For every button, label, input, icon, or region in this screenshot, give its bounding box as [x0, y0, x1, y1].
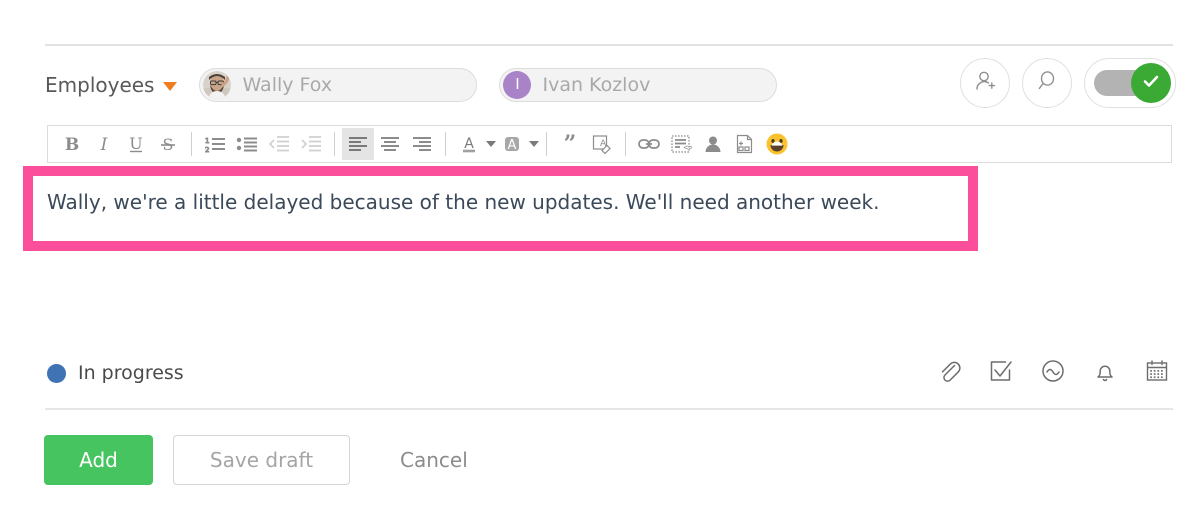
group-selector-label: Employees — [45, 72, 155, 97]
insert-code-button[interactable]: <> — [665, 128, 697, 160]
message-text[interactable]: Wally, we're a little delayed because of… — [47, 189, 967, 215]
checklist-icon — [988, 358, 1014, 388]
caret-down-icon — [163, 82, 178, 91]
top-divider — [45, 44, 1173, 46]
check-icon — [1140, 70, 1162, 96]
outdent-button[interactable] — [263, 128, 295, 160]
clear-formatting-button[interactable]: A — [586, 128, 618, 160]
toolbar-separator — [546, 132, 547, 156]
toolbar-separator — [334, 132, 335, 156]
reminder-bell-button[interactable] — [1090, 358, 1120, 388]
search-button[interactable] — [1022, 58, 1072, 108]
recipient-chip-label: Ivan Kozlov — [542, 73, 651, 96]
highlight-color-control[interactable]: A — [496, 128, 539, 160]
wave-circle-button[interactable] — [1038, 358, 1068, 388]
indent-button[interactable] — [295, 128, 327, 160]
reminder-bell-icon — [1092, 358, 1118, 388]
composer-actions: Add Save draft Cancel — [44, 435, 490, 485]
composer-attachments-bar — [934, 358, 1172, 388]
notify-toggle[interactable] — [1084, 58, 1176, 108]
chevron-down-icon — [486, 141, 496, 147]
highlight-color-button[interactable]: A — [496, 128, 528, 160]
insert-file-button[interactable] — [729, 128, 761, 160]
recipient-chip-wally-fox[interactable]: Wally Fox — [199, 67, 478, 102]
svg-text:I: I — [100, 135, 108, 154]
chevron-down-icon — [529, 141, 539, 147]
strikethrough-button[interactable]: S — [152, 128, 184, 160]
avatar: I — [503, 70, 532, 99]
svg-text:”: ” — [564, 134, 577, 154]
svg-text:<>: <> — [684, 143, 693, 152]
add-person-icon — [972, 68, 998, 98]
header-actions — [960, 58, 1176, 108]
align-center-button[interactable] — [374, 128, 406, 160]
cancel-button[interactable]: Cancel — [378, 435, 490, 485]
bold-button[interactable]: B — [56, 128, 88, 160]
recipient-chip-label: Wally Fox — [242, 73, 333, 96]
comment-composer: Employees Wally Fox I Ivan Kozlov B I U … — [0, 0, 1200, 532]
status-label: In progress — [78, 362, 184, 384]
svg-text:1: 1 — [205, 137, 209, 145]
toolbar-separator — [625, 132, 626, 156]
group-selector[interactable]: Employees — [45, 72, 178, 97]
attach-file-icon — [936, 358, 962, 388]
toolbar-separator — [191, 132, 192, 156]
checklist-button[interactable] — [986, 358, 1016, 388]
align-right-button[interactable] — [406, 128, 438, 160]
svg-text:A: A — [508, 138, 517, 153]
bottom-divider — [45, 408, 1173, 410]
ordered-list-button[interactable]: 1 2 — [199, 128, 231, 160]
italic-button[interactable]: I — [88, 128, 120, 160]
text-color-button[interactable]: A — [453, 128, 485, 160]
underline-button[interactable]: U — [120, 128, 152, 160]
status-dot-icon — [47, 363, 66, 383]
save-draft-button[interactable]: Save draft — [173, 435, 350, 485]
emoji-button[interactable] — [761, 128, 793, 160]
calendar-button[interactable] — [1142, 358, 1172, 388]
toolbar-separator — [445, 132, 446, 156]
toggle-knob — [1131, 63, 1171, 103]
unordered-list-button[interactable] — [231, 128, 263, 160]
add-person-button[interactable] — [960, 58, 1010, 108]
calendar-icon — [1144, 358, 1170, 388]
search-icon — [1034, 68, 1060, 98]
svg-text:A: A — [464, 136, 474, 152]
wave-circle-icon — [1040, 358, 1066, 388]
text-color-control[interactable]: A — [453, 128, 496, 160]
mention-user-button[interactable] — [697, 128, 729, 160]
recipient-chip-ivan-kozlov[interactable]: I Ivan Kozlov — [499, 67, 778, 102]
align-left-button[interactable] — [342, 128, 374, 160]
status-selector[interactable]: In progress — [47, 362, 184, 384]
attach-file-button[interactable] — [934, 358, 964, 388]
add-button[interactable]: Add — [44, 435, 153, 485]
svg-text:2: 2 — [205, 146, 209, 154]
avatar — [203, 70, 232, 99]
svg-text:U: U — [129, 134, 142, 153]
svg-text:B: B — [65, 135, 79, 154]
editor-toolbar: B I U S 1 2 A A ” A <> — [47, 125, 1172, 163]
quote-button[interactable]: ” — [554, 128, 586, 160]
insert-link-button[interactable] — [633, 128, 665, 160]
